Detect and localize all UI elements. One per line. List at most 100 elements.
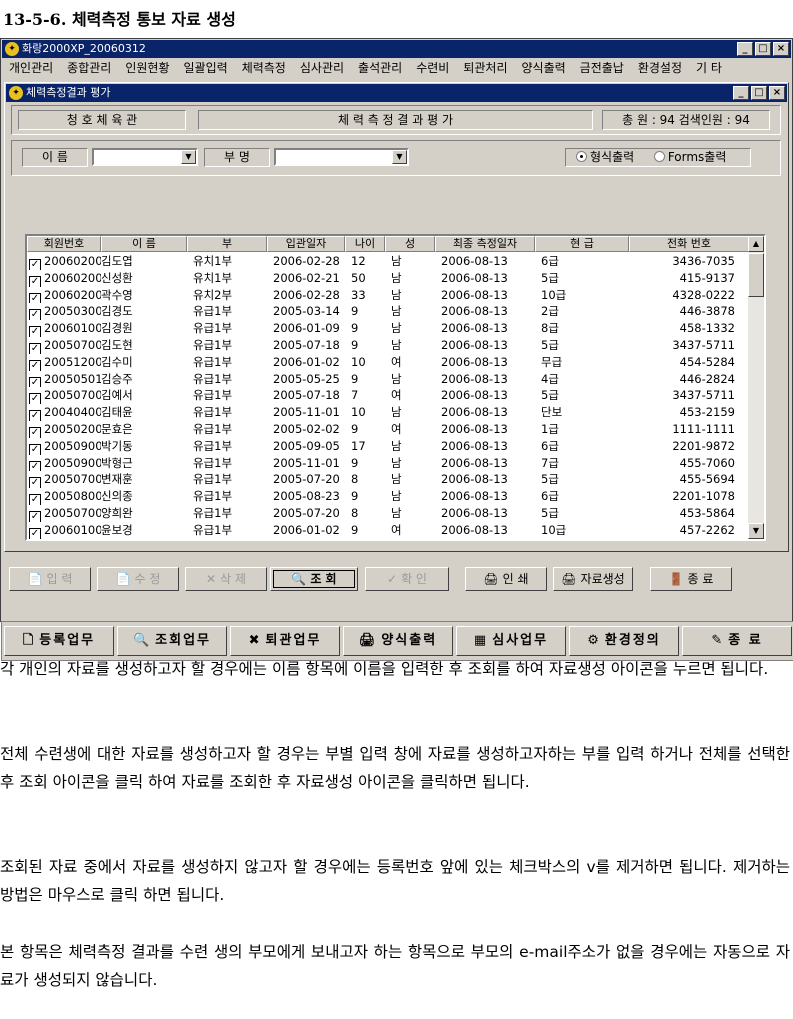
menu-item[interactable]: 퇴관처리 bbox=[456, 58, 514, 78]
toolbar-button[interactable]: ✓ 확 인 bbox=[365, 567, 449, 591]
menu-item[interactable]: 심사관리 bbox=[293, 58, 351, 78]
row-checkbox[interactable]: ✓ bbox=[29, 309, 41, 321]
table-row[interactable]: ✓200601001윤보경 유급1부 2006-01-02 9 여 2006-08-13 1… bbox=[27, 522, 749, 539]
radio-forms-output[interactable] bbox=[653, 151, 665, 162]
table-cell: 454-5284 bbox=[679, 354, 735, 369]
table-row[interactable]: ✓200507007변재훈 유급1부 2005-07-20 8 남 2006-08-13 5… bbox=[27, 471, 749, 489]
table-row[interactable]: ✓200404007김태윤 유급1부 2005-11-01 10 남 2006-08-13… bbox=[27, 404, 749, 421]
table-row[interactable]: ✓200505013김승주 유급1부 2005-05-25 9 남 2006-08-13 4… bbox=[27, 371, 749, 388]
table-row[interactable]: ✓200507008양희완 유급1부 2005-07-20 8 남 2006-08-13 5… bbox=[27, 505, 749, 522]
name-input[interactable]: ▼ bbox=[92, 148, 198, 166]
table-row[interactable]: ✓200507001김도현 유급1부 2005-07-18 9 남 2006-08-13 5… bbox=[27, 337, 749, 354]
menu-item[interactable]: 기 타 bbox=[689, 58, 729, 78]
output-radio-group: 형식출력 Forms출력 bbox=[565, 148, 751, 167]
column-header[interactable]: 나이 bbox=[345, 236, 385, 252]
row-checkbox[interactable]: ✓ bbox=[29, 326, 41, 337]
menu-item[interactable]: 개인관리 bbox=[2, 58, 60, 78]
row-checkbox[interactable]: ✓ bbox=[29, 342, 41, 354]
scroll-up-icon[interactable]: ▲ bbox=[748, 236, 764, 252]
table-row[interactable]: ✓200508005신의종 유급1부 2005-08-23 9 남 2006-08-13 6… bbox=[27, 488, 749, 505]
table-row[interactable]: ✓200507002김예서 유급1부 2005-07-18 7 여 2006-08-13 5… bbox=[27, 387, 749, 405]
menu-item[interactable]: 종합관리 bbox=[60, 58, 118, 78]
menu-item[interactable]: 양식출력 bbox=[515, 58, 573, 78]
bottom-nav-button[interactable]: ✖ 퇴관업무 bbox=[230, 626, 340, 656]
menu-item[interactable]: 인원현황 bbox=[118, 58, 176, 78]
table-cell: 457-2262 bbox=[679, 522, 735, 537]
bottom-nav-button[interactable]: 🗋 등록업무 bbox=[4, 626, 114, 656]
child-minimize-icon[interactable]: _ bbox=[733, 86, 749, 100]
bottom-nav-button[interactable]: ✎ 종 료 bbox=[682, 626, 792, 656]
scroll-thumb[interactable] bbox=[748, 253, 764, 297]
column-header[interactable]: 부 bbox=[187, 236, 267, 252]
table-row[interactable]: ✓200602003곽수영 유치2부 2006-02-28 33 남 2006-08-13… bbox=[27, 287, 749, 304]
row-checkbox[interactable]: ✓ bbox=[29, 410, 41, 421]
table-row[interactable]: ✓200503006김경도 유급1부 2005-03-14 9 남 2006-08-13 2… bbox=[27, 303, 749, 321]
row-checkbox[interactable]: ✓ bbox=[29, 359, 41, 371]
menu-item[interactable]: 환경설정 bbox=[631, 58, 689, 78]
chevron-down-icon[interactable]: ▼ bbox=[392, 150, 407, 164]
menu-item[interactable]: 금전출납 bbox=[573, 58, 631, 78]
row-checkbox[interactable]: ✓ bbox=[29, 494, 41, 505]
table-cell: 2005-07-18 bbox=[273, 337, 340, 352]
child-maximize-icon[interactable]: □ bbox=[751, 86, 767, 100]
toolbar-button[interactable]: 🔍 조 회 bbox=[270, 567, 358, 591]
bottom-nav-button[interactable]: ▦ 심사업무 bbox=[456, 626, 566, 656]
table-row[interactable]: ✓200509002박기동 유급1부 2005-09-05 17 남 2006-08-13… bbox=[27, 438, 749, 455]
row-checkbox[interactable]: ✓ bbox=[29, 292, 41, 304]
table-row[interactable]: ✓200601003김경원 유급1부 2006-01-09 9 남 2006-08-13 8… bbox=[27, 320, 749, 337]
table-row[interactable]: ✓200602001신성환 유치1부 2006-02-21 50 남 2006-08-13… bbox=[27, 270, 749, 287]
menu-item[interactable]: 체력측정 bbox=[235, 58, 293, 78]
row-checkbox[interactable]: ✓ bbox=[29, 426, 41, 438]
chevron-down-icon[interactable]: ▼ bbox=[181, 150, 196, 164]
column-header[interactable]: 입관일자 bbox=[267, 236, 345, 252]
row-checkbox[interactable]: ✓ bbox=[29, 460, 41, 472]
menu-item[interactable]: 일괄입력 bbox=[177, 58, 235, 78]
scroll-down-icon[interactable]: ▼ bbox=[748, 523, 764, 539]
toolbar-button[interactable]: 🚪 종 료 bbox=[650, 567, 732, 591]
bottom-nav-button[interactable]: 🔍 조회업무 bbox=[117, 626, 227, 656]
toolbar-button[interactable]: ✕ 삭 제 bbox=[185, 567, 267, 591]
table-cell: 5급 bbox=[541, 388, 559, 403]
table-row[interactable]: ✓200602004김도엽 유치1부 2006-02-28 12 남 2006-08-13… bbox=[27, 253, 749, 270]
bottom-nav-button[interactable]: 🖨 양식출력 bbox=[343, 626, 453, 656]
table-cell: 9 bbox=[351, 455, 359, 470]
menu-item[interactable]: 출석관리 bbox=[351, 58, 409, 78]
table-cell: 2006-01-09 bbox=[273, 321, 340, 336]
column-header[interactable]: 성 bbox=[385, 236, 435, 252]
minimize-icon[interactable]: _ bbox=[737, 42, 753, 56]
column-header[interactable]: 현 급 bbox=[535, 236, 629, 252]
column-header[interactable]: 이 름 bbox=[101, 236, 187, 252]
child-close-icon[interactable]: × bbox=[769, 86, 785, 100]
toolbar-button[interactable]: 📄 수 정 bbox=[97, 567, 179, 591]
table-cell: 453-5864 bbox=[679, 505, 735, 520]
table-cell: 유급1부 bbox=[193, 304, 233, 319]
row-checkbox[interactable]: ✓ bbox=[29, 275, 41, 287]
column-header[interactable]: 전화 번호 bbox=[629, 236, 749, 252]
row-checkbox[interactable]: ✓ bbox=[29, 510, 41, 522]
row-checkbox[interactable]: ✓ bbox=[29, 376, 41, 388]
table-cell: 3437-5711 bbox=[672, 388, 735, 403]
row-checkbox[interactable]: ✓ bbox=[29, 393, 41, 405]
column-header[interactable]: 최종 측정일자 bbox=[435, 236, 535, 252]
table-row[interactable]: ✓200512003김수미 유급1부 2006-01-02 10 여 2006-08-13… bbox=[27, 354, 749, 371]
row-checkbox[interactable]: ✓ bbox=[29, 527, 41, 539]
menu-item[interactable]: 수련비 bbox=[409, 58, 456, 78]
dept-select[interactable]: ▼ bbox=[274, 148, 409, 166]
table-cell: 2005-11-01 bbox=[273, 405, 340, 420]
row-checkbox[interactable]: ✓ bbox=[29, 477, 41, 489]
bottom-nav-button[interactable]: ⚙ 환경정의 bbox=[569, 626, 679, 656]
radio-form-output[interactable] bbox=[576, 151, 587, 162]
toolbar-button[interactable]: 📄 입 력 bbox=[9, 567, 91, 591]
row-checkbox[interactable]: ✓ bbox=[29, 443, 41, 455]
table-row[interactable]: ✓200509001박형근 유급1부 2005-11-01 9 남 2006-08-13 7… bbox=[27, 455, 749, 472]
row-checkbox[interactable]: ✓ bbox=[29, 259, 41, 270]
grid-scrollbar[interactable]: ▲ ▼ bbox=[748, 236, 764, 539]
toolbar-button[interactable]: 🖨 자료생성 bbox=[553, 567, 633, 591]
column-header[interactable]: 회원번호 bbox=[27, 236, 101, 252]
close-icon[interactable]: × bbox=[773, 42, 789, 56]
toolbar-button[interactable]: 🖨 인 쇄 bbox=[465, 567, 547, 591]
table-row[interactable]: ✓200502001문효은 유급1부 2005-02-02 9 여 2006-08-13 1… bbox=[27, 421, 749, 438]
maximize-icon[interactable]: □ bbox=[755, 42, 771, 56]
table-cell: 신성환 bbox=[101, 270, 133, 285]
table-cell: 415-9137 bbox=[679, 270, 735, 285]
